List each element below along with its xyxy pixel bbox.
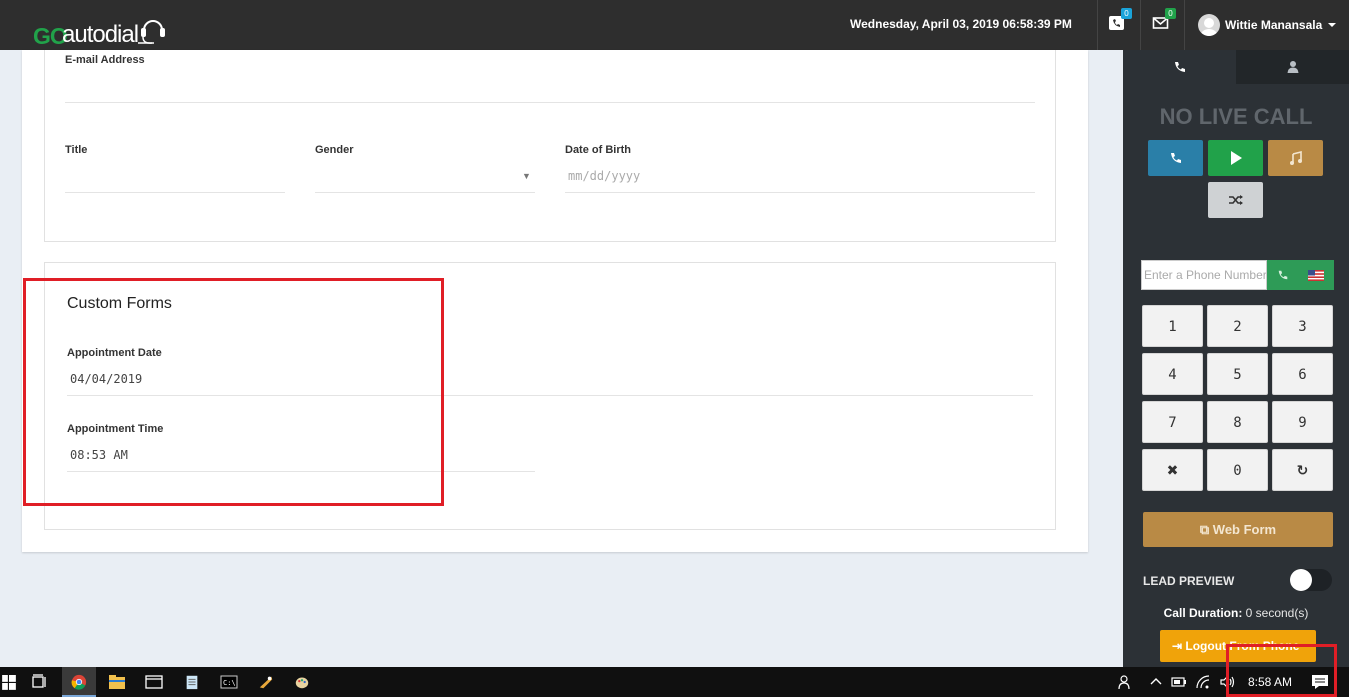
- call-duration-label: Call Duration:: [1163, 606, 1243, 620]
- key-7[interactable]: 7: [1142, 401, 1203, 443]
- key-3[interactable]: 3: [1272, 305, 1333, 347]
- window-icon[interactable]: [145, 674, 163, 690]
- title-field[interactable]: [65, 192, 285, 193]
- svg-text:C:\: C:\: [223, 679, 236, 687]
- headset-icon: [138, 20, 165, 44]
- key-4[interactable]: 4: [1142, 353, 1203, 395]
- key-9[interactable]: 9: [1272, 401, 1333, 443]
- avatar-icon: [1198, 14, 1220, 36]
- divider: [1140, 0, 1141, 50]
- caret-down-icon: [1328, 23, 1337, 27]
- web-form-button[interactable]: ⧉ Web Form: [1143, 512, 1333, 547]
- country-code-button[interactable]: [1298, 260, 1334, 290]
- gender-select[interactable]: [315, 192, 535, 193]
- battery-icon[interactable]: [1170, 674, 1188, 690]
- cmd-icon[interactable]: C:\: [220, 674, 238, 690]
- music-button[interactable]: [1268, 140, 1323, 176]
- windows-taskbar: C:\ 8:58 AM: [0, 667, 1349, 697]
- call-status: NO LIVE CALL: [1159, 104, 1313, 129]
- key-6[interactable]: 6: [1272, 353, 1333, 395]
- title-label: Title: [65, 144, 88, 156]
- messages-button[interactable]: 0: [1152, 8, 1176, 32]
- external-link-icon: ⧉: [1199, 522, 1213, 537]
- highlight-box-custom-forms: [23, 278, 444, 506]
- user-name: Wittie Manansala: [1225, 18, 1323, 32]
- clear-key[interactable]: ✖: [1142, 449, 1203, 491]
- dob-underline: [565, 192, 1035, 193]
- reset-key[interactable]: ↻: [1272, 449, 1333, 491]
- logo-autodial: autodial: [62, 21, 139, 48]
- phone-icon: [1175, 62, 1185, 72]
- dialer-sidebar: NO LIVE CALL Enter a Phone Number 1 2 3 …: [1123, 50, 1349, 667]
- task-view-icon[interactable]: [32, 674, 50, 690]
- sign-out-icon: ⇥: [1172, 639, 1186, 653]
- key-2[interactable]: 2: [1207, 305, 1268, 347]
- divider: [1184, 0, 1185, 50]
- toggle-knob: [1290, 569, 1312, 591]
- windows-start-icon[interactable]: [0, 675, 18, 691]
- transfer-button[interactable]: [1208, 182, 1263, 218]
- email-label: E-mail Address: [65, 54, 145, 66]
- paint-icon[interactable]: [293, 674, 311, 690]
- play-icon: [1230, 151, 1242, 165]
- chevron-up-icon[interactable]: [1147, 674, 1165, 690]
- key-5[interactable]: 5: [1207, 353, 1268, 395]
- user-icon: [1287, 61, 1299, 73]
- user-menu[interactable]: Wittie Manansala: [1198, 13, 1337, 37]
- chrome-icon[interactable]: [70, 674, 88, 690]
- select-arrow-icon: ▼: [522, 171, 531, 181]
- contact-info-panel: [44, 50, 1056, 242]
- key-0[interactable]: 0: [1207, 449, 1268, 491]
- calls-button[interactable]: 0: [1108, 8, 1132, 32]
- call-duration: Call Duration: 0 second(s): [1123, 606, 1349, 620]
- people-icon[interactable]: [1117, 674, 1135, 690]
- tab-dialer[interactable]: [1123, 50, 1236, 84]
- dob-label: Date of Birth: [565, 144, 631, 156]
- phone-icon: [1170, 153, 1181, 163]
- resume-button[interactable]: [1208, 140, 1263, 176]
- file-explorer-icon[interactable]: [108, 674, 126, 690]
- shuffle-icon: [1228, 195, 1243, 205]
- lead-preview-label: LEAD PREVIEW: [1143, 574, 1235, 588]
- call-duration-value: 0 second(s): [1245, 606, 1309, 620]
- phone-icon: [1278, 270, 1287, 280]
- gender-label: Gender: [315, 144, 354, 156]
- top-bar: GO autodial Wednesday, April 03, 2019 06…: [0, 0, 1349, 50]
- calls-badge: 0: [1121, 8, 1132, 19]
- phone-number-input[interactable]: Enter a Phone Number: [1141, 260, 1267, 290]
- tab-contact[interactable]: [1236, 50, 1349, 84]
- divider: [1097, 0, 1098, 50]
- key-8[interactable]: 8: [1207, 401, 1268, 443]
- web-form-label: Web Form: [1212, 522, 1277, 537]
- key-1[interactable]: 1: [1142, 305, 1203, 347]
- dob-input[interactable]: mm/dd/yyyy: [568, 169, 640, 183]
- app-icon[interactable]: [257, 674, 275, 690]
- us-flag-icon: [1308, 269, 1324, 281]
- dial-button[interactable]: [1148, 140, 1203, 176]
- email-field[interactable]: [65, 102, 1035, 103]
- music-icon: [1289, 151, 1302, 165]
- manual-dial-button[interactable]: [1267, 260, 1298, 290]
- wifi-icon[interactable]: [1195, 674, 1213, 690]
- lead-preview-toggle[interactable]: [1290, 569, 1332, 591]
- notepad-icon[interactable]: [183, 674, 201, 690]
- messages-badge: 0: [1165, 8, 1176, 19]
- current-datetime: Wednesday, April 03, 2019 06:58:39 PM: [850, 17, 1072, 31]
- highlight-box-clock: [1226, 644, 1337, 697]
